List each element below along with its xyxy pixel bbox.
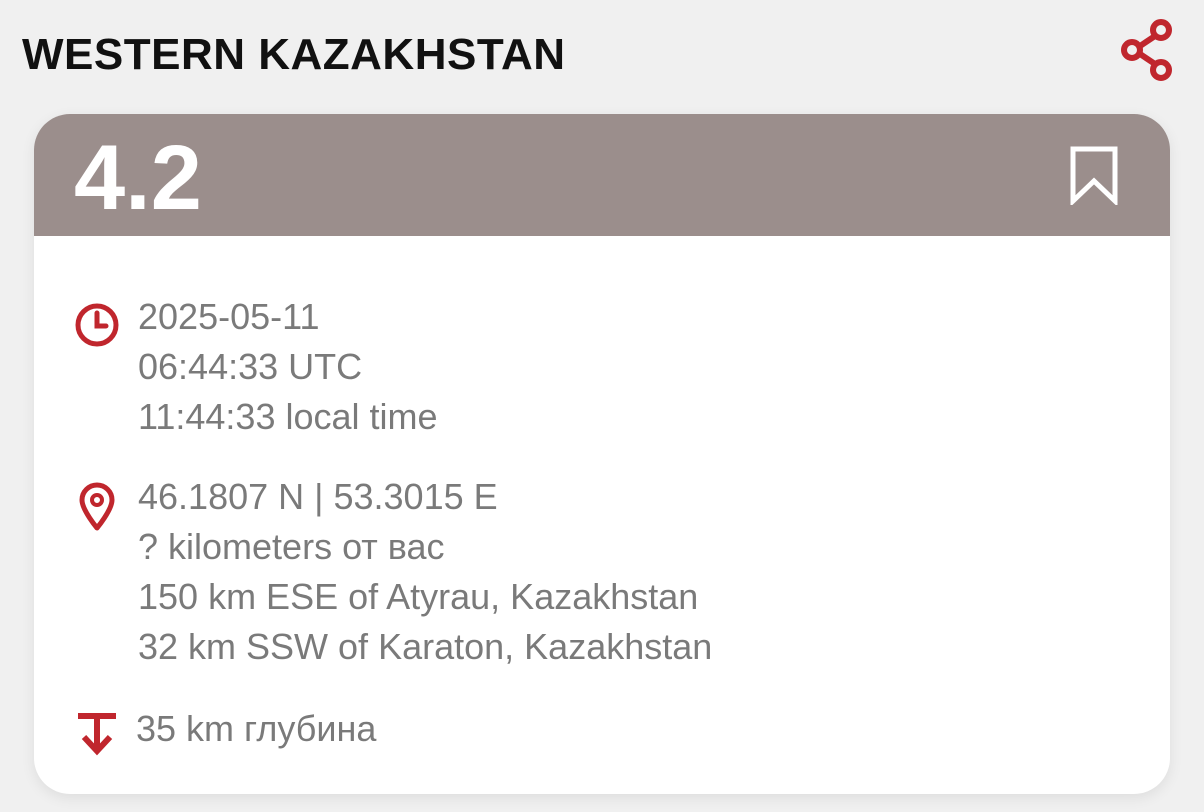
event-date: 2025-05-11 bbox=[138, 296, 320, 337]
nearby-place-1: 150 km ESE of Atyrau, Kazakhstan bbox=[138, 576, 699, 617]
clock-icon bbox=[75, 303, 119, 347]
share-icon bbox=[1121, 19, 1172, 81]
page-title: WESTERN KAZAKHSTAN bbox=[22, 30, 566, 79]
time-section: 2025-05-11 06:44:33 UTC 11:44:33 local t… bbox=[72, 292, 438, 442]
earthquake-card[interactable]: 4.2 2025-05-11 06:44:33 UTC 11:44:33 loc… bbox=[34, 114, 1170, 794]
distance-from-user: ? kilometers от вас bbox=[138, 526, 445, 567]
depth-section: 35 km глубина bbox=[72, 704, 376, 756]
map-pin-icon bbox=[79, 482, 115, 531]
depth-arrow-icon bbox=[78, 713, 116, 756]
card-header: 4.2 bbox=[34, 114, 1170, 236]
bookmark-icon bbox=[1070, 146, 1118, 205]
event-time-utc: 06:44:33 UTC bbox=[138, 346, 363, 387]
location-section: 46.1807 N | 53.3015 E ? kilometers от ва… bbox=[72, 472, 712, 672]
event-depth: 35 km глубина bbox=[136, 708, 377, 749]
bookmark-button[interactable] bbox=[1064, 140, 1124, 210]
page-header: WESTERN KAZAKHSTAN bbox=[0, 0, 1204, 112]
event-coordinates: 46.1807 N | 53.3015 E bbox=[138, 476, 498, 517]
nearby-place-2: 32 km SSW of Karaton, Kazakhstan bbox=[138, 626, 713, 667]
share-button[interactable] bbox=[1112, 14, 1184, 86]
event-time-local: 11:44:33 local time bbox=[138, 396, 438, 437]
magnitude-value: 4.2 bbox=[74, 127, 202, 229]
